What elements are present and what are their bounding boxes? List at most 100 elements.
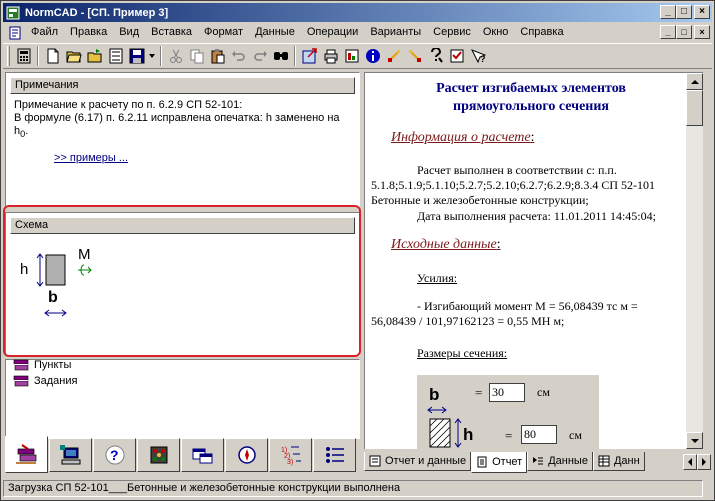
redo-button[interactable] [249,46,270,67]
menu-view[interactable]: Вид [113,23,145,42]
notes-panel: Примечания Примечание к расчету по п. 6.… [5,72,360,207]
tab-data[interactable]: Данные [527,452,593,471]
notes-line-1: Примечание к расчету по п. 6.2.9 СП 52-1… [14,99,243,111]
section-hatch-icon [429,418,451,448]
vertical-scrollbar[interactable] [686,72,703,449]
tab-numbered-list[interactable]: 1) 2) 3) [269,438,312,472]
find-button[interactable] [270,46,291,67]
scheme-header: Схема [10,217,355,234]
tab-report[interactable]: Отчет [471,452,528,473]
undo-button[interactable] [228,46,249,67]
menu-insert[interactable]: Вставка [145,23,198,42]
calculator-button[interactable] [13,46,34,67]
app-logo-icon [5,5,21,21]
scroll-down-button[interactable] [686,432,703,449]
copy-button[interactable] [186,46,207,67]
paste-icon [211,49,224,64]
report-tab-bar: Отчет и данные Отчет Данные Данн [364,452,713,474]
info-paragraph-1: Расчет выполнен в соответствии с: п.п. 5… [371,163,656,207]
size-b-eq: = [475,385,483,400]
help-button[interactable] [425,46,446,67]
minimize-button[interactable]: _ [660,5,676,19]
tab-compass[interactable] [225,438,268,472]
export-button[interactable] [299,46,320,67]
mdi-close-button[interactable]: × [694,25,710,39]
menu-format[interactable]: Формат [198,23,249,42]
paste-button[interactable] [207,46,228,67]
tab-scroll-left-button[interactable] [683,454,697,470]
preview-button[interactable] [105,46,126,67]
print-setup-button[interactable] [320,46,341,67]
tab-report-and-data[interactable]: Отчет и данные [364,452,472,471]
context-help-button[interactable]: ? [467,46,488,67]
tree-item-label: Пункты [34,359,72,371]
right-pane: Расчет изгибаемых элементов прямоугольно… [364,72,713,477]
tab-help[interactable]: ? [93,438,136,472]
scroll-up-button[interactable] [686,73,703,90]
sizes-heading: Размеры сечения: [417,346,508,360]
toolbar-separator [37,46,39,66]
beam-section-diagram [36,253,92,317]
tab-traffic-light[interactable] [137,438,180,472]
tab-windows[interactable] [181,438,224,472]
cut-button[interactable] [165,46,186,67]
scroll-thumb[interactable] [686,90,703,126]
save-button[interactable] [126,46,147,67]
new-document-button[interactable] [42,46,63,67]
svg-text:3): 3) [287,459,293,466]
help-icon [430,48,443,63]
save-dropdown-button[interactable] [147,46,157,67]
mdi-minimize-button[interactable]: _ [660,25,676,39]
tab-label: Данн [613,455,640,467]
menu-variants[interactable]: Варианты [364,23,427,42]
menu-service[interactable]: Сервис [427,23,477,42]
tree-item-tasks[interactable]: Задания [12,374,77,388]
menu-data[interactable]: Данные [249,23,301,42]
windows-icon [192,448,212,464]
info-button[interactable] [362,46,383,67]
menu-help[interactable]: Справка [514,23,569,42]
forces-text: - Изгибающий момент M = 56,08439 тс м = … [371,299,638,328]
menu-window[interactable]: Окно [477,23,515,42]
next-step-button[interactable] [404,46,425,67]
arrow-left-icon [688,458,692,466]
tab-computer[interactable] [49,438,92,472]
close-icon: × [699,27,705,37]
calculator-icon [17,48,30,64]
arrow-up-icon [690,79,699,84]
size-h-unit: см [569,428,582,442]
maximize-button[interactable]: □ [676,5,692,19]
notes-header: Примечания [10,77,355,94]
mdi-restore-button[interactable]: □ [676,25,692,39]
size-h-input[interactable]: 80 [521,425,557,444]
examples-link[interactable]: >> примеры ... [54,152,128,164]
close-button[interactable]: × [694,5,710,19]
menu-edit[interactable]: Правка [64,23,113,42]
settings-button[interactable] [446,46,467,67]
report-button[interactable] [341,46,362,67]
document-icon[interactable] [7,25,23,41]
toolbar-grip[interactable] [7,46,10,66]
tab-scroll-right-button[interactable] [697,454,711,470]
toolbar-separator [294,46,296,66]
info-paragraph-2: Дата выполнения расчета: 11.01.2011 14:4… [417,209,656,223]
tab-bullet-list[interactable] [313,438,356,472]
compass-icon [237,446,256,464]
tree-item-points[interactable]: Пункты [12,358,71,372]
undo-icon [231,51,245,61]
size-b-input[interactable]: 30 [489,383,525,402]
title-bar[interactable]: NormCAD - [СП. Пример 3] _ □ × [3,3,712,22]
status-bar: Загрузка СП 52-101___Бетонные и железобе… [3,479,712,498]
minimize-icon: _ [665,27,671,37]
tab-books[interactable] [5,436,48,473]
open-recent-button[interactable] [84,46,105,67]
prev-step-button[interactable] [383,46,404,67]
tab-data-2[interactable]: Данн [592,452,645,471]
menu-operations[interactable]: Операции [301,23,364,42]
table-icon [598,455,610,467]
open-folder-button[interactable] [63,46,84,67]
tree-item-label: Задания [34,375,78,387]
menu-file[interactable]: Файл [25,23,64,42]
input-heading: Исходные данные: [391,237,501,252]
tab-label: Отчет и данные [385,455,467,467]
